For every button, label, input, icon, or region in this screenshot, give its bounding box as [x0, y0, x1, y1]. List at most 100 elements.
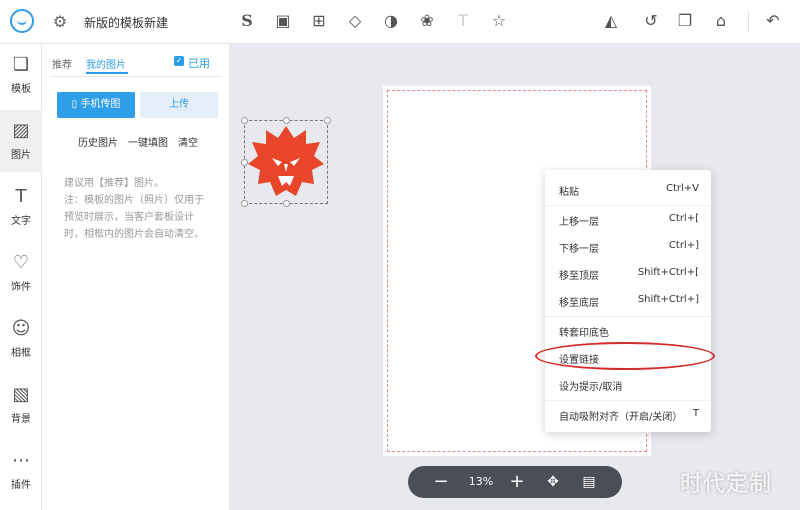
resize-handle[interactable] — [283, 200, 290, 207]
rail-item-template[interactable]: ❏ 模板 — [0, 44, 42, 106]
menu-item-send-backward[interactable]: 下移一层 Ctrl+] — [559, 240, 699, 256]
menu-item-label: 下移一层 — [559, 244, 599, 255]
rail-item-background[interactable]: ▧ 背景 — [0, 374, 42, 436]
menu-divider — [545, 400, 711, 401]
selected-image[interactable] — [241, 117, 331, 207]
lock-icon[interactable]: ⌂ — [710, 10, 732, 32]
clear-link[interactable]: 清空 — [178, 134, 198, 149]
rail-item-label: 图片 — [11, 150, 31, 161]
rail-item-image[interactable]: ▨ 图片 — [0, 110, 42, 172]
tip-line: 注：模板的图片（照片）仅用于 — [64, 195, 204, 206]
phone-upload-button[interactable]: ▯ 手机传图 — [57, 92, 135, 118]
toolbar-divider — [748, 12, 749, 32]
menu-item-shortcut: Ctrl+[ — [668, 213, 699, 224]
copy-icon[interactable]: ❐ — [674, 10, 696, 32]
flip-icon[interactable]: ◭ — [600, 10, 622, 32]
menu-item-label: 上移一层 — [559, 217, 599, 228]
resize-handle[interactable] — [241, 159, 248, 166]
menu-item-shortcut: Shift+Ctrl+] — [637, 294, 699, 305]
resize-handle[interactable] — [241, 117, 248, 124]
zoom-out-button[interactable]: − — [430, 466, 452, 498]
rail-item-plugin[interactable]: ⋯ 插件 — [0, 440, 42, 502]
rail-item-label: 插件 — [11, 480, 31, 491]
menu-item-label: 转套印底色 — [559, 328, 609, 339]
used-checkbox[interactable]: ✓ — [174, 56, 184, 66]
menu-divider — [545, 205, 711, 206]
menu-item-paste[interactable]: 粘贴 Ctrl+V — [559, 183, 699, 199]
fit-view-icon[interactable]: ✥ — [542, 466, 564, 498]
tip-line: 建议用【推荐】图片。 — [64, 178, 164, 189]
rail-item-frame[interactable]: ☺ 相框 — [0, 308, 42, 370]
tab-my-images[interactable]: 我的图片 — [86, 56, 126, 71]
menu-item-label: 自动吸附对齐（开启/关闭） — [559, 412, 683, 423]
text-icon: T — [15, 186, 27, 207]
phone-upload-label: 手机传图 — [80, 99, 121, 110]
watermark: 时代定制 — [680, 472, 773, 497]
panel-divider — [50, 76, 222, 77]
fill-icon[interactable]: ◇ — [344, 10, 366, 32]
document-title[interactable]: 新版的模板新建 — [84, 14, 168, 31]
zoom-level: 13% — [468, 475, 494, 488]
menu-item-shortcut: Ctrl+V — [665, 183, 699, 194]
rail-item-label: 饰件 — [11, 282, 31, 293]
auto-fill-link[interactable]: 一键填图 — [128, 134, 168, 149]
menu-item-send-to-back[interactable]: 移至底层 Shift+Ctrl+] — [559, 294, 699, 310]
image-panel: 推荐 我的图片 ✓ 已用 ▯ 手机传图 上传 历史图片 一键填图 清空 建议用【… — [42, 44, 230, 510]
rail-item-label: 模板 — [11, 84, 31, 95]
history-images-link[interactable]: 历史图片 — [78, 134, 118, 149]
used-checkbox-label[interactable]: 已用 — [188, 55, 210, 71]
menu-item-overprint-color[interactable]: 转套印底色 — [559, 324, 699, 340]
upload-button[interactable]: 上传 — [140, 92, 218, 118]
active-tab-indicator — [86, 72, 128, 74]
rail-item-label: 背景 — [11, 414, 31, 425]
rotate-icon[interactable]: ↺ — [640, 10, 662, 32]
zoom-in-button[interactable]: + — [506, 466, 528, 498]
left-rail: ❏ 模板 ▨ 图片 T 文字 ♡ 饰件 ☺ 相框 ▧ 背景 ⋯ 插件 — [0, 44, 42, 510]
tab-recommended[interactable]: 推荐 — [52, 56, 72, 71]
menu-item-label: 粘贴 — [559, 187, 579, 198]
rail-item-text[interactable]: T 文字 — [0, 176, 42, 238]
zoom-bar: − 13% + ✥ ▤ — [408, 466, 622, 498]
plugin-icon: ⋯ — [12, 450, 30, 471]
page-settings-icon[interactable]: ▤ — [578, 466, 600, 498]
menu-item-shortcut: Ctrl+] — [668, 240, 699, 251]
top-toolbar: ⚙ 新版的模板新建 S ▣ ⊞ ◇ ◑ ❀ T ☆ ◭ ↺ ❐ ⌂ ↶ — [0, 0, 800, 44]
highlight-ellipse — [535, 342, 715, 370]
undo-icon[interactable]: ↶ — [762, 10, 784, 32]
resize-handle[interactable] — [241, 200, 248, 207]
wolf-logo-icon — [248, 126, 324, 196]
menu-item-shortcut: T — [692, 408, 699, 419]
menu-item-label: 移至顶层 — [559, 271, 599, 282]
image-icon: ▨ — [12, 120, 30, 141]
tip-line: 预览时展示，当客户套板设计 — [64, 212, 194, 223]
background-icon: ▧ — [12, 384, 30, 405]
resize-handle[interactable] — [324, 117, 331, 124]
rail-item-decoration[interactable]: ♡ 饰件 — [0, 242, 42, 304]
layer-icon[interactable]: ▣ — [272, 10, 294, 32]
menu-item-bring-to-front[interactable]: 移至顶层 Shift+Ctrl+[ — [559, 267, 699, 283]
contrast-icon[interactable]: ◑ — [380, 10, 402, 32]
menu-divider — [545, 316, 711, 317]
grid-icon[interactable]: ⊞ — [308, 10, 330, 32]
text-style-icon[interactable]: S — [236, 10, 258, 32]
text-icon[interactable]: T — [452, 10, 474, 32]
canvas-area[interactable] — [231, 44, 800, 510]
app-logo-icon[interactable] — [10, 9, 34, 33]
template-icon: ❏ — [12, 54, 30, 75]
menu-item-toggle-hint[interactable]: 设为提示/取消 — [559, 378, 699, 394]
frame-icon: ☺ — [11, 318, 31, 339]
menu-item-auto-snap[interactable]: 自动吸附对齐（开启/关闭） T — [559, 408, 699, 424]
menu-item-label: 移至底层 — [559, 298, 599, 309]
rail-item-label: 文字 — [11, 216, 31, 227]
tip-line: 时，相框内的图片会自动清空。 — [64, 229, 204, 240]
menu-item-bring-forward[interactable]: 上移一层 Ctrl+[ — [559, 213, 699, 229]
decoration-icon: ♡ — [12, 252, 30, 273]
context-menu: 粘贴 Ctrl+V 上移一层 Ctrl+[ 下移一层 Ctrl+] 移至顶层 S… — [545, 170, 711, 432]
gear-icon[interactable]: ⚙ — [50, 12, 70, 32]
star-icon[interactable]: ☆ — [488, 10, 510, 32]
group-icon[interactable]: ❀ — [416, 10, 438, 32]
menu-item-shortcut: Shift+Ctrl+[ — [637, 267, 699, 278]
menu-item-label: 设为提示/取消 — [559, 382, 623, 393]
resize-handle[interactable] — [283, 117, 290, 124]
rail-item-label: 相框 — [11, 348, 31, 359]
